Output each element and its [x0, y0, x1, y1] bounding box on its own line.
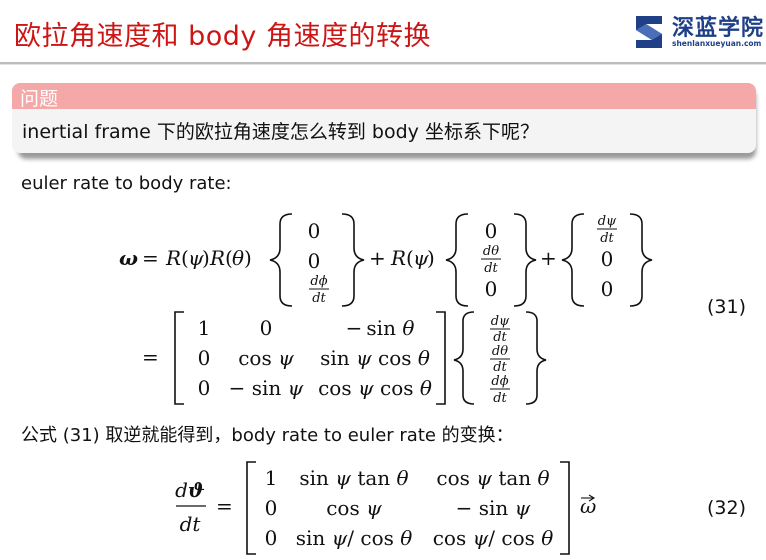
svg-text:ω: ω [119, 246, 138, 270]
intro-text: euler rate to body rate: [21, 173, 232, 194]
svg-text:R: R [165, 246, 181, 270]
svg-text:− sin ψ: − sin ψ [229, 376, 304, 400]
transition-text: 公式 (31) 取逆就能得到，body rate to euler rate 的… [21, 425, 514, 446]
svg-text:dϑ: dϑ [175, 478, 205, 502]
svg-text:=: = [142, 345, 159, 369]
svg-text:− sin ψ: − sin ψ [456, 496, 531, 520]
svg-text:dψ: dψ [491, 314, 510, 329]
svg-text:0: 0 [308, 249, 321, 273]
svg-text:0: 0 [198, 376, 211, 400]
equation-32: dϑ dt = 1 sin ψ tan θ cos ψ tan θ 0 cos … [175, 461, 596, 555]
svg-text:0: 0 [485, 277, 498, 301]
svg-text:dθ: dθ [483, 244, 499, 259]
svg-text:=: = [142, 246, 159, 270]
question-text: inertial frame 下的欧拉角速度怎么转到 body 坐标系下呢？ [22, 121, 539, 143]
svg-text:dϕ: dϕ [310, 274, 327, 289]
svg-text:dt: dt [484, 261, 498, 276]
question-block-body: 问题 inertial frame 下的欧拉角速度怎么转到 body 坐标系下呢… [12, 83, 756, 153]
svg-text:): ) [202, 246, 210, 270]
svg-text:θ: θ [232, 246, 244, 270]
svg-text:0: 0 [308, 219, 321, 243]
svg-text:cos ψ cos θ: cos ψ cos θ [318, 376, 432, 400]
logo-mark-icon [636, 16, 662, 48]
slide-title: 欧拉角速度和 body 角速度的转换 [14, 21, 431, 52]
svg-text:0: 0 [265, 526, 278, 550]
svg-text:sin ψ cos θ: sin ψ cos θ [320, 346, 430, 370]
svg-text:dt: dt [493, 360, 507, 375]
equation-31: ω = R ( ψ ) R ( θ ) 0 0 dϕ dt + R ( ψ ) … [119, 213, 653, 406]
svg-text:−sin θ: − sin θ [346, 316, 415, 340]
title-divider-light [0, 64, 766, 65]
svg-text:dt: dt [180, 512, 202, 536]
svg-text:dψ: dψ [598, 214, 617, 229]
svg-text:cos ψ tan θ: cos ψ tan θ [436, 466, 549, 490]
svg-text:1: 1 [265, 466, 278, 490]
svg-text:0: 0 [601, 277, 614, 301]
svg-text:0: 0 [265, 496, 278, 520]
question-label: 问题 [20, 88, 59, 110]
svg-text:dθ: dθ [492, 344, 508, 359]
svg-text:R: R [390, 246, 406, 270]
svg-text:0: 0 [485, 219, 498, 243]
svg-text:dt: dt [493, 391, 507, 406]
svg-text:1: 1 [198, 316, 211, 340]
svg-text:sin ψ tan θ: sin ψ tan θ [299, 466, 408, 490]
svg-text:sin ψ/ cos θ: sin ψ/ cos θ [296, 526, 413, 550]
logo-subtitle: shenlanxueyuan.com [672, 39, 762, 48]
title-bar: 欧拉角速度和 body 角速度的转换 深蓝学院 shenlanxueyuan.c… [0, 0, 766, 66]
svg-text:cos ψ: cos ψ [326, 496, 382, 520]
svg-text:=: = [216, 494, 233, 518]
svg-text:R: R [209, 246, 225, 270]
svg-text:cos ψ/ cos θ: cos ψ/ cos θ [433, 526, 554, 550]
question-block: 问题 inertial frame 下的欧拉角速度怎么转到 body 坐标系下呢… [12, 83, 756, 159]
svg-text:0: 0 [601, 247, 614, 271]
svg-text:): ) [427, 246, 435, 270]
equation-32-number: (32) [707, 497, 747, 519]
equation-31-number: (31) [707, 296, 747, 318]
logo: 深蓝学院 shenlanxueyuan.com [630, 10, 765, 54]
logo-name: 深蓝学院 [672, 16, 765, 41]
svg-text:dt: dt [312, 291, 326, 306]
svg-text:dt: dt [600, 231, 614, 246]
svg-text:+: + [369, 246, 386, 270]
svg-text:0: 0 [260, 316, 273, 340]
svg-text:+: + [540, 246, 557, 270]
svg-text:dϕ: dϕ [491, 374, 508, 389]
svg-text:0: 0 [198, 346, 211, 370]
svg-text:): ) [244, 246, 252, 270]
question-block-header: 问题 [12, 83, 756, 110]
svg-text:dt: dt [493, 330, 507, 345]
svg-text:cos ψ: cos ψ [238, 346, 294, 370]
